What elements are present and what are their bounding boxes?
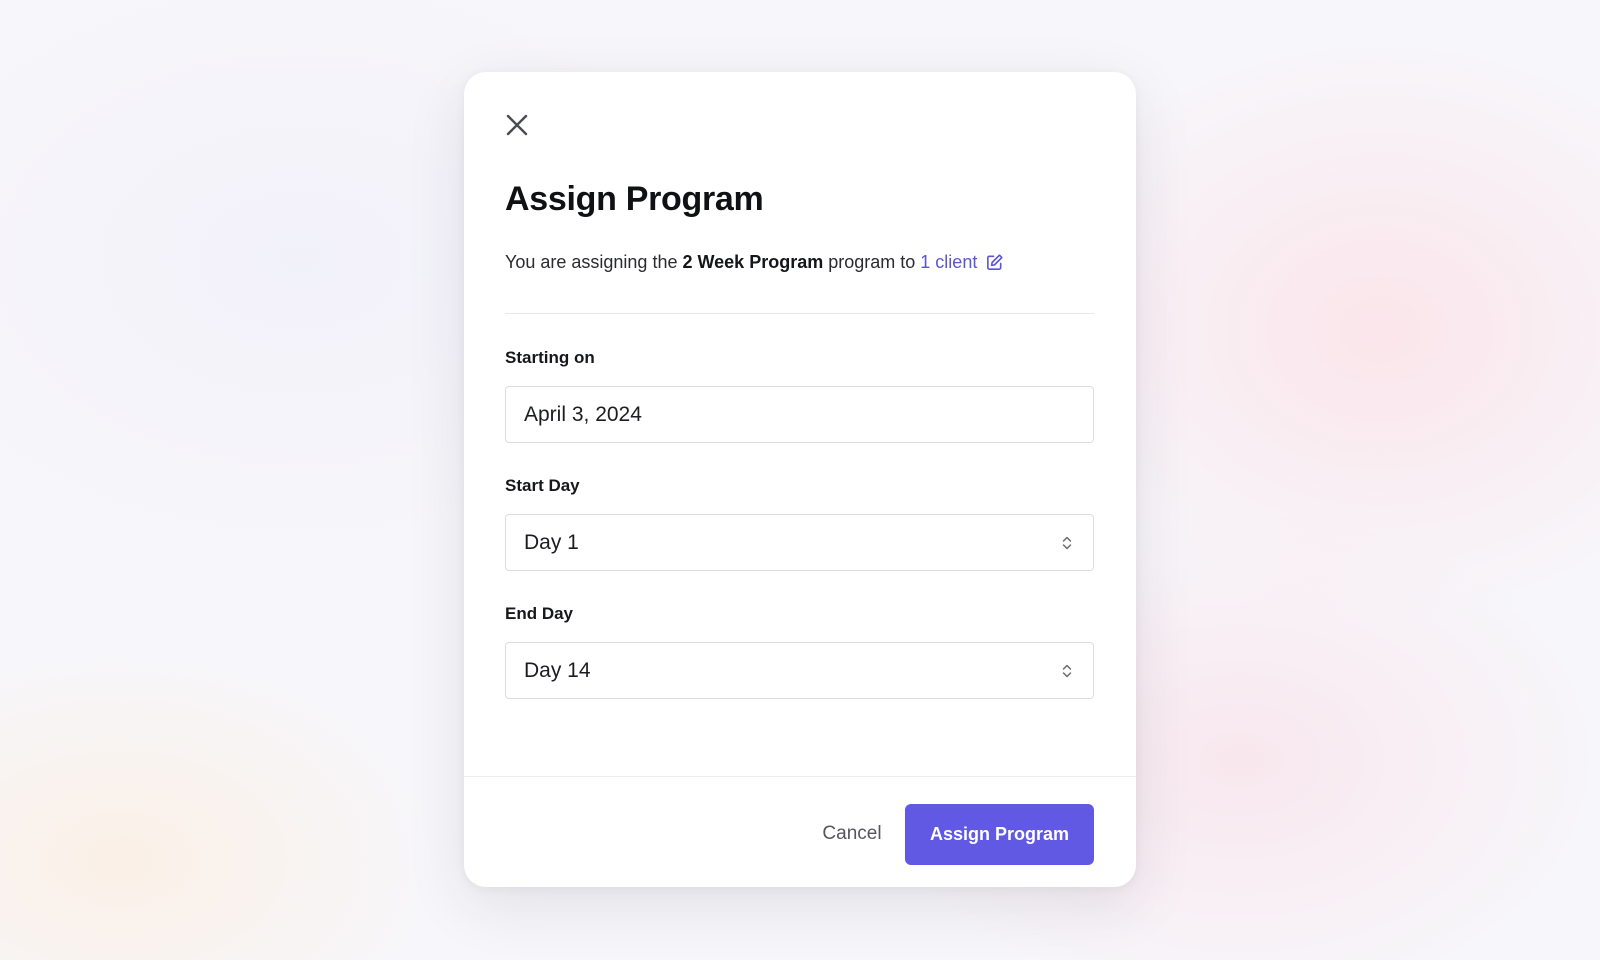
starting-on-value: April 3, 2024 (524, 402, 642, 426)
cancel-button[interactable]: Cancel (809, 814, 895, 854)
subtitle-middle: program to (828, 252, 916, 272)
end-day-select[interactable]: Day 14 (505, 642, 1094, 699)
subtitle-prefix: You are assigning the (505, 252, 678, 272)
chevron-up-down-icon (1061, 662, 1073, 680)
program-name: 2 Week Program (682, 252, 824, 272)
assign-program-modal: Assign Program You are assigning the 2 W… (464, 72, 1136, 887)
close-icon (506, 114, 528, 136)
modal-subtitle: You are assigning the 2 Week Program pro… (505, 252, 1004, 273)
end-day-value: Day 14 (524, 658, 591, 682)
end-day-label: End Day (505, 604, 574, 623)
start-day-label: Start Day (505, 476, 580, 495)
header-divider (505, 313, 1094, 314)
edit-icon[interactable] (985, 253, 1004, 272)
assign-program-button[interactable]: Assign Program (905, 804, 1094, 865)
start-day-value: Day 1 (524, 530, 579, 554)
starting-on-label: Starting on (505, 348, 595, 367)
modal-title: Assign Program (505, 180, 764, 218)
client-link[interactable]: 1 client (920, 252, 977, 273)
start-day-select[interactable]: Day 1 (505, 514, 1094, 571)
close-button[interactable] (500, 108, 534, 142)
chevron-up-down-icon (1061, 534, 1073, 552)
starting-on-date-input[interactable]: April 3, 2024 (505, 386, 1094, 443)
footer-divider (464, 776, 1136, 777)
